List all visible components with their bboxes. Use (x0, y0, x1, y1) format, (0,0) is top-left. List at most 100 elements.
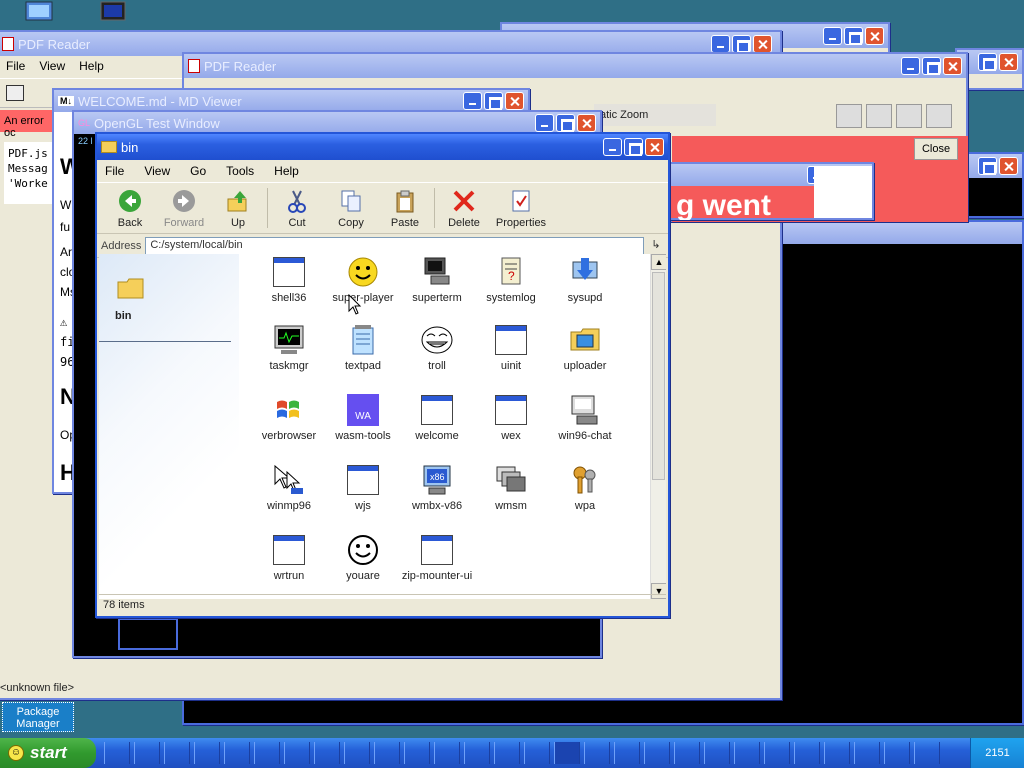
minimize-button[interactable] (463, 92, 482, 110)
titlebar[interactable]: bin (97, 134, 668, 160)
file-item-welcome[interactable]: welcome (397, 394, 477, 442)
maximize-button[interactable] (922, 57, 941, 75)
maximize-button[interactable] (624, 138, 643, 156)
go-arrow-icon[interactable]: ↳ (648, 238, 664, 254)
file-item-wrtrun[interactable]: wrtrun (249, 534, 329, 582)
vertical-scrollbar[interactable]: ▲ ▼ (650, 254, 666, 599)
system-tray-clock[interactable]: 2151 (970, 738, 1024, 768)
print-icon[interactable] (896, 104, 922, 128)
up-button[interactable]: Up (211, 188, 265, 229)
folder-open-icon[interactable] (866, 104, 892, 128)
menu-view[interactable]: View (144, 164, 170, 178)
desktop-monitor-icon[interactable] (98, 0, 128, 24)
menu-help[interactable]: Help (274, 164, 299, 178)
zoom-select[interactable]: atic Zoom (594, 104, 716, 126)
menu-file[interactable]: File (6, 59, 25, 73)
scroll-thumb[interactable] (652, 272, 665, 480)
address-input[interactable]: C:/system/local/bin (145, 236, 644, 255)
taskbar-task-button[interactable] (284, 742, 310, 764)
close-button[interactable] (943, 57, 962, 75)
sidebar-toggle-icon[interactable] (6, 85, 24, 101)
file-item-winmp96[interactable]: winmp96 (249, 464, 329, 512)
file-item-youare[interactable]: youare (323, 534, 403, 582)
file-item-wmbx-v86[interactable]: x86 wmbx-v86 (397, 464, 477, 512)
taskbar-task-button[interactable] (344, 742, 370, 764)
file-item-wasm-tools[interactable]: WA wasm-tools (323, 394, 403, 442)
desktop-computer-icon[interactable] (22, 0, 56, 24)
file-item-troll[interactable]: troll (397, 324, 477, 372)
menu-tools[interactable]: Tools (226, 164, 254, 178)
file-item-superterm[interactable]: superterm (397, 256, 477, 304)
titlebar[interactable]: GL OpenGL Test Window (74, 112, 600, 134)
file-item-sysupd[interactable]: sysupd (545, 256, 625, 304)
paste-button[interactable]: Paste (378, 188, 432, 229)
file-item-wpa[interactable]: wpa (545, 464, 625, 512)
minimize-button[interactable] (603, 138, 622, 156)
minimize-button[interactable] (711, 35, 730, 53)
back-button[interactable]: Back (103, 188, 157, 229)
taskbar-task-button[interactable] (614, 742, 640, 764)
taskbar-task-button[interactable] (554, 742, 580, 764)
taskbar-task-button[interactable] (224, 742, 250, 764)
taskbar-task-button[interactable] (764, 742, 790, 764)
close-button[interactable] (999, 157, 1018, 175)
taskbar-task-button[interactable] (734, 742, 760, 764)
file-item-wmsm[interactable]: wmsm (471, 464, 551, 512)
maximize-button[interactable] (556, 114, 575, 132)
taskbar-task-button[interactable] (374, 742, 400, 764)
maximize-button[interactable] (484, 92, 503, 110)
taskbar-task-button[interactable] (194, 742, 220, 764)
taskbar-task-button[interactable] (644, 742, 670, 764)
taskbar-task-button[interactable] (314, 742, 340, 764)
taskbar-task-button[interactable] (164, 742, 190, 764)
taskbar-task-button[interactable] (884, 742, 910, 764)
taskbar-task-button[interactable] (854, 742, 880, 764)
file-item-systemlog[interactable]: ? systemlog (471, 256, 551, 304)
minimize-button[interactable] (535, 114, 554, 132)
file-item-taskmgr[interactable]: taskmgr (249, 324, 329, 372)
file-item-wjs[interactable]: wjs (323, 464, 403, 512)
cut-button[interactable]: Cut (270, 188, 324, 229)
properties-button[interactable]: Properties (491, 188, 551, 229)
taskbar-task-button[interactable] (464, 742, 490, 764)
delete-button[interactable]: Delete (437, 188, 491, 229)
file-item-uinit[interactable]: uinit (471, 324, 551, 372)
menu-help[interactable]: Help (79, 59, 104, 73)
titlebar[interactable]: PDF Reader (184, 54, 966, 78)
copy-button[interactable]: Copy (324, 188, 378, 229)
taskbar-task-button[interactable] (134, 742, 160, 764)
menu-file[interactable]: File (105, 164, 124, 178)
maximize-button[interactable] (978, 53, 997, 71)
taskbar-task-button[interactable] (824, 742, 850, 764)
taskbar-task-button[interactable] (494, 742, 520, 764)
scroll-up-button[interactable]: ▲ (651, 254, 666, 270)
close-button[interactable] (645, 138, 664, 156)
minimize-button[interactable] (823, 27, 842, 45)
close-banner-button[interactable]: Close (914, 138, 958, 160)
taskbar-task-button[interactable] (914, 742, 940, 764)
titlebar[interactable]: M↓ WELCOME.md - MD Viewer (54, 90, 528, 112)
taskbar-task-button[interactable] (104, 742, 130, 764)
taskbar-task-button[interactable] (404, 742, 430, 764)
menu-view[interactable]: View (39, 59, 65, 73)
close-button[interactable] (865, 27, 884, 45)
menu-go[interactable]: Go (190, 164, 206, 178)
taskbar-task-button[interactable] (254, 742, 280, 764)
package-manager-shortcut[interactable]: Package Manager (2, 702, 74, 732)
taskbar-task-button[interactable] (794, 742, 820, 764)
start-button[interactable]: ☺ start (0, 738, 96, 768)
file-item-super-player[interactable]: super-player (323, 256, 403, 304)
tools-icon[interactable] (926, 104, 952, 128)
file-item-uploader[interactable]: uploader (545, 324, 625, 372)
minimize-button[interactable] (901, 57, 920, 75)
file-item-shell36[interactable]: shell36 (249, 256, 329, 304)
taskbar-task-button[interactable] (584, 742, 610, 764)
taskbar-task-button[interactable] (704, 742, 730, 764)
file-item-textpad[interactable]: textpad (323, 324, 403, 372)
taskbar-task-button[interactable] (524, 742, 550, 764)
maximize-button[interactable] (732, 35, 751, 53)
maximize-button[interactable] (844, 27, 863, 45)
comment-icon[interactable] (836, 104, 862, 128)
file-item-win96-chat[interactable]: win96-chat (545, 394, 625, 442)
taskbar-task-button[interactable] (674, 742, 700, 764)
